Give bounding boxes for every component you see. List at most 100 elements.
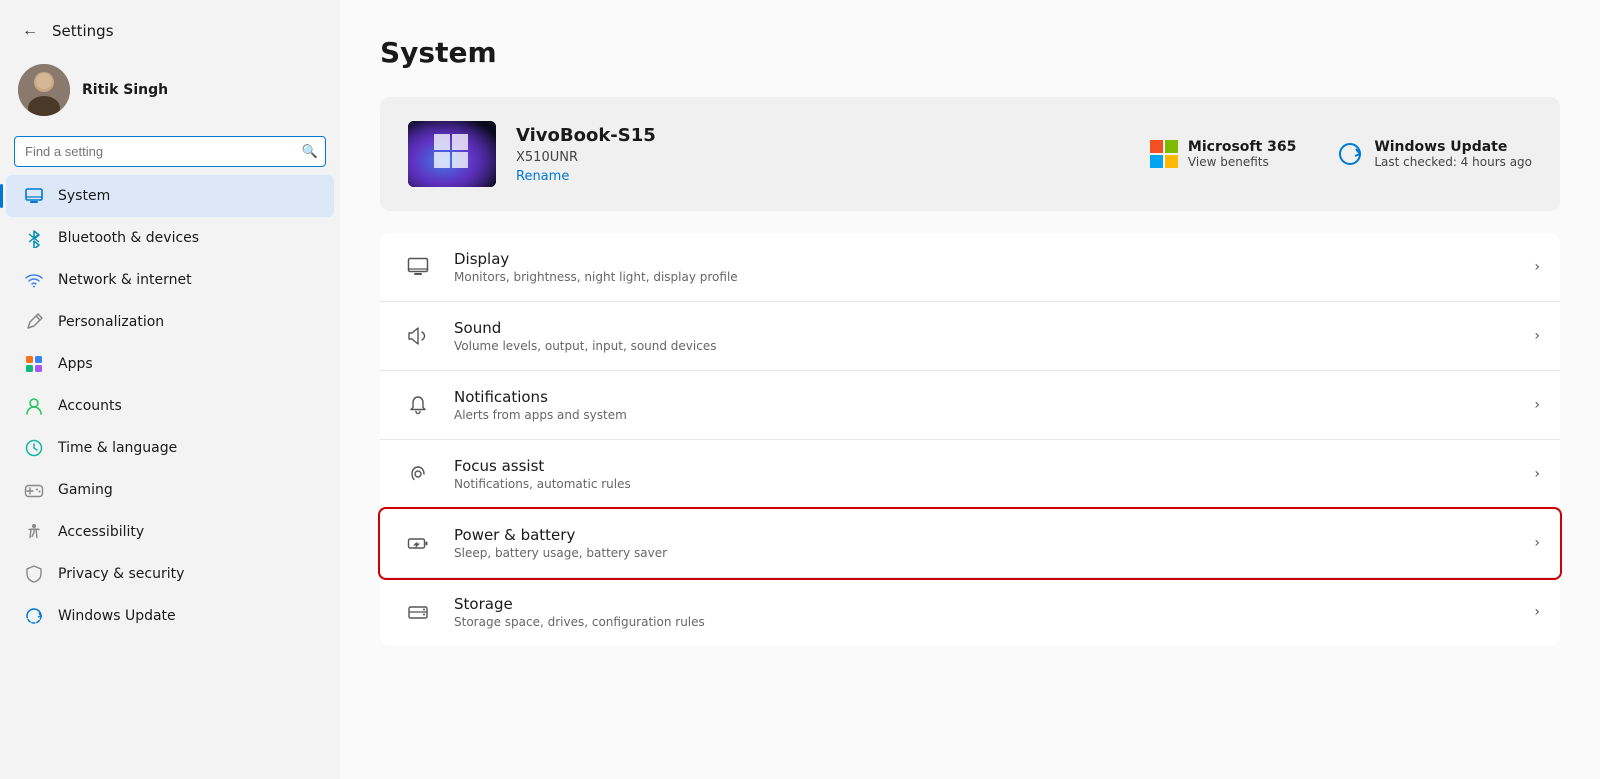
- device-info: VivoBook-S15 X510UNR Rename: [408, 121, 656, 187]
- settings-item-power-battery[interactable]: Power & battery Sleep, battery usage, ba…: [380, 509, 1560, 578]
- avatar: [18, 64, 70, 116]
- search-box: 🔍: [14, 136, 326, 167]
- user-name: Ritik Singh: [82, 82, 168, 98]
- display-desc: Monitors, brightness, night light, displ…: [454, 270, 1524, 284]
- avatar-image: [18, 64, 70, 116]
- gaming-icon: [24, 480, 44, 500]
- ms365-title: Microsoft 365: [1188, 139, 1296, 155]
- windows-update-action-icon: [1336, 140, 1364, 168]
- device-name: VivoBook-S15: [516, 125, 656, 146]
- display-name: Display: [454, 250, 1524, 268]
- notifications-icon: [400, 387, 436, 423]
- notifications-text: Notifications Alerts from apps and syste…: [454, 388, 1524, 422]
- bluetooth-icon: [24, 228, 44, 248]
- back-button[interactable]: ←: [18, 18, 42, 44]
- device-thumbnail: [408, 121, 496, 187]
- settings-item-notifications[interactable]: Notifications Alerts from apps and syste…: [380, 371, 1560, 440]
- ms365-icon: [1150, 140, 1178, 168]
- sidebar-item-label-accessibility: Accessibility: [58, 524, 144, 540]
- storage-name: Storage: [454, 595, 1524, 613]
- storage-chevron: ›: [1534, 604, 1540, 620]
- time-icon: [24, 438, 44, 458]
- device-actions: Microsoft 365 View benefits Windows Upda…: [1150, 139, 1532, 169]
- settings-item-storage[interactable]: Storage Storage space, drives, configura…: [380, 578, 1560, 646]
- sidebar-item-personalization[interactable]: Personalization: [6, 301, 334, 343]
- accessibility-icon: [24, 522, 44, 542]
- settings-item-sound[interactable]: Sound Volume levels, output, input, soun…: [380, 302, 1560, 371]
- ms365-action[interactable]: Microsoft 365 View benefits: [1150, 139, 1296, 169]
- network-icon: [24, 270, 44, 290]
- sidebar-item-accounts[interactable]: Accounts: [6, 385, 334, 427]
- storage-desc: Storage space, drives, configuration rul…: [454, 615, 1524, 629]
- page-title: System: [380, 36, 1560, 69]
- sound-name: Sound: [454, 319, 1524, 337]
- windows-update-action-text: Windows Update Last checked: 4 hours ago: [1374, 139, 1532, 169]
- power-battery-chevron: ›: [1534, 535, 1540, 551]
- power-battery-name: Power & battery: [454, 526, 1524, 544]
- sidebar-header: ← Settings: [0, 0, 340, 54]
- sidebar-item-accessibility[interactable]: Accessibility: [6, 511, 334, 553]
- device-card: VivoBook-S15 X510UNR Rename Microsoft 36…: [380, 97, 1560, 211]
- ms365-text: Microsoft 365 View benefits: [1188, 139, 1296, 169]
- sidebar-nav: System Bluetooth & devices Network & int…: [0, 175, 340, 637]
- settings-item-display[interactable]: Display Monitors, brightness, night ligh…: [380, 233, 1560, 302]
- windows-update-action[interactable]: Windows Update Last checked: 4 hours ago: [1336, 139, 1532, 169]
- notifications-desc: Alerts from apps and system: [454, 408, 1524, 422]
- power-battery-icon: [400, 525, 436, 561]
- power-battery-text: Power & battery Sleep, battery usage, ba…: [454, 526, 1524, 560]
- display-text: Display Monitors, brightness, night ligh…: [454, 250, 1524, 284]
- windows-update-icon: [24, 606, 44, 626]
- settings-item-focus-assist[interactable]: Focus assist Notifications, automatic ru…: [380, 440, 1560, 509]
- display-icon: [400, 249, 436, 285]
- sidebar-title: Settings: [52, 22, 114, 40]
- power-battery-desc: Sleep, battery usage, battery saver: [454, 546, 1524, 560]
- sidebar-item-time[interactable]: Time & language: [6, 427, 334, 469]
- sound-icon: [400, 318, 436, 354]
- accounts-icon: [24, 396, 44, 416]
- focus-assist-name: Focus assist: [454, 457, 1524, 475]
- focus-assist-desc: Notifications, automatic rules: [454, 477, 1524, 491]
- device-details: VivoBook-S15 X510UNR Rename: [516, 125, 656, 184]
- sidebar: ← Settings Ritik Singh 🔍 System: [0, 0, 340, 779]
- notifications-name: Notifications: [454, 388, 1524, 406]
- sidebar-item-label-privacy: Privacy & security: [58, 566, 184, 582]
- sound-chevron: ›: [1534, 328, 1540, 344]
- sidebar-item-privacy[interactable]: Privacy & security: [6, 553, 334, 595]
- sound-text: Sound Volume levels, output, input, soun…: [454, 319, 1524, 353]
- sound-desc: Volume levels, output, input, sound devi…: [454, 339, 1524, 353]
- sidebar-item-system[interactable]: System: [6, 175, 334, 217]
- privacy-icon: [24, 564, 44, 584]
- sidebar-item-gaming[interactable]: Gaming: [6, 469, 334, 511]
- sidebar-item-windows-update[interactable]: Windows Update: [6, 595, 334, 637]
- sidebar-item-label-accounts: Accounts: [58, 398, 122, 414]
- main-content: System: [340, 0, 1600, 779]
- ms365-subtitle[interactable]: View benefits: [1188, 155, 1296, 169]
- system-icon: [24, 186, 44, 206]
- device-rename-link[interactable]: Rename: [516, 169, 656, 184]
- focus-assist-text: Focus assist Notifications, automatic ru…: [454, 457, 1524, 491]
- device-model: X510UNR: [516, 150, 656, 165]
- device-thumb-svg: [408, 121, 496, 187]
- sidebar-item-bluetooth[interactable]: Bluetooth & devices: [6, 217, 334, 259]
- sidebar-item-label-personalization: Personalization: [58, 314, 164, 330]
- sidebar-item-label-apps: Apps: [58, 356, 93, 372]
- user-profile: Ritik Singh: [0, 54, 340, 132]
- sidebar-item-label-windows-update: Windows Update: [58, 608, 176, 624]
- windows-update-action-title: Windows Update: [1374, 139, 1532, 155]
- storage-icon: [400, 594, 436, 630]
- sidebar-item-label-time: Time & language: [58, 440, 177, 456]
- personalization-icon: [24, 312, 44, 332]
- sidebar-item-network[interactable]: Network & internet: [6, 259, 334, 301]
- settings-list: Display Monitors, brightness, night ligh…: [380, 233, 1560, 646]
- storage-text: Storage Storage space, drives, configura…: [454, 595, 1524, 629]
- sidebar-item-label-network: Network & internet: [58, 272, 192, 288]
- sidebar-item-label-system: System: [58, 188, 110, 204]
- notifications-chevron: ›: [1534, 397, 1540, 413]
- display-chevron: ›: [1534, 259, 1540, 275]
- focus-assist-icon: [400, 456, 436, 492]
- apps-icon: [24, 354, 44, 374]
- search-input[interactable]: [14, 136, 326, 167]
- sidebar-item-apps[interactable]: Apps: [6, 343, 334, 385]
- sidebar-item-label-gaming: Gaming: [58, 482, 113, 498]
- sidebar-item-label-bluetooth: Bluetooth & devices: [58, 230, 199, 246]
